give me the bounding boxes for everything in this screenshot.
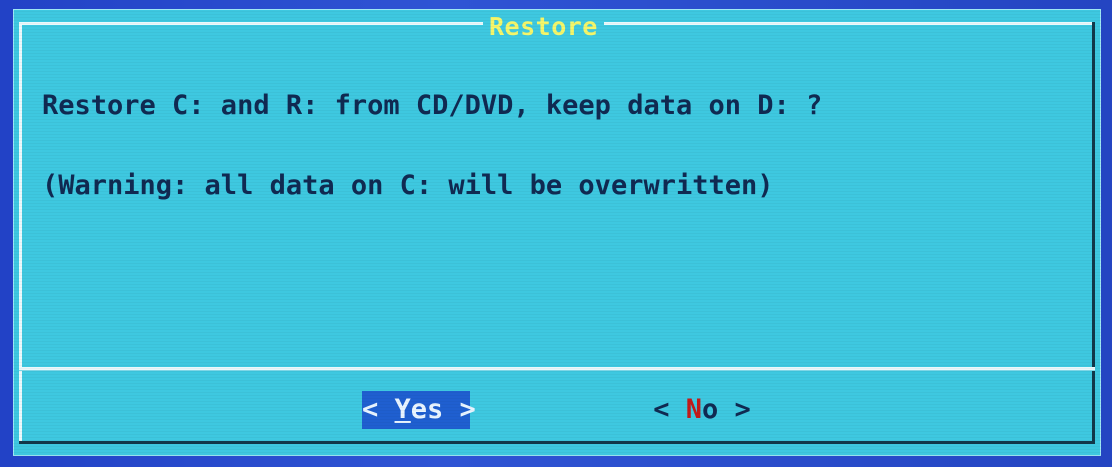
no-hotkey: N xyxy=(685,394,702,425)
dialog-frame-bottom xyxy=(19,441,1095,444)
yes-label-rest: es xyxy=(410,394,444,425)
dialog-frame-left xyxy=(19,22,22,442)
dialog-title: Restore xyxy=(483,12,604,42)
yes-open-bracket: < xyxy=(362,394,395,425)
yes-hotkey: Y xyxy=(394,394,411,425)
restore-question: Restore C: and R: from CD/DVD, keep data… xyxy=(42,90,823,121)
restore-dialog: Restore Restore C: and R: from CD/DVD, k… xyxy=(13,9,1101,456)
yes-button[interactable]: < Yes > xyxy=(362,391,476,429)
no-close-bracket: > xyxy=(718,394,751,425)
dialog-frame-right xyxy=(1092,22,1095,442)
yes-close-bracket: > xyxy=(443,394,476,425)
button-separator xyxy=(19,367,1095,371)
no-button[interactable]: < No > xyxy=(646,391,758,429)
overwrite-warning: (Warning: all data on C: will be overwri… xyxy=(42,170,774,201)
no-label-rest: o xyxy=(702,394,719,425)
no-open-bracket: < xyxy=(653,394,686,425)
